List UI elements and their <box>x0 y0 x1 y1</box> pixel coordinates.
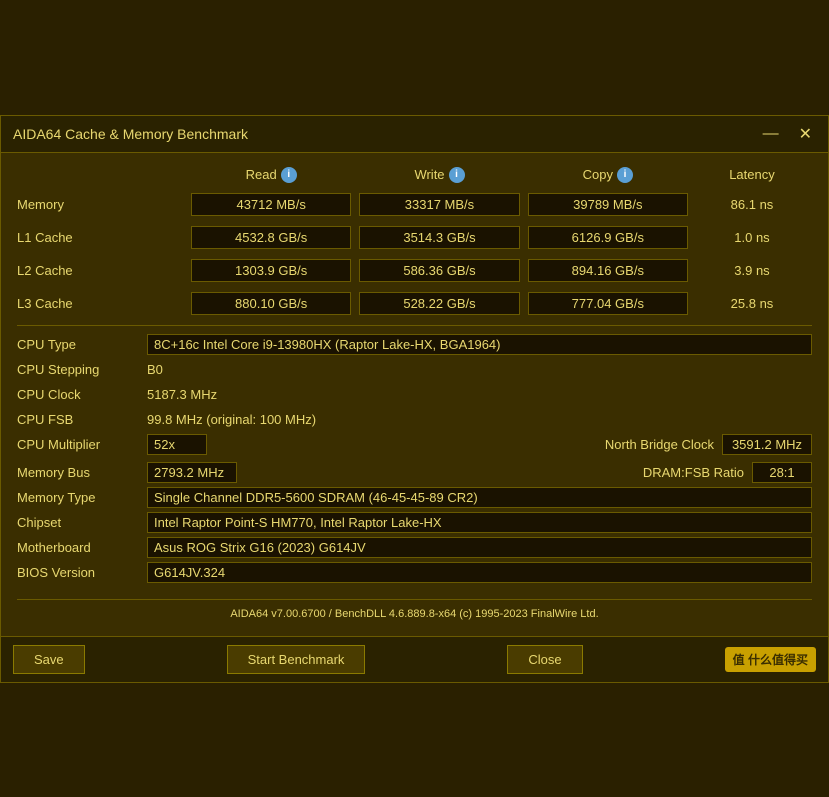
watermark-badge: 值 什么值得买 <box>725 647 816 672</box>
read-label: Read <box>246 167 277 182</box>
chipset-label: Chipset <box>17 515 147 530</box>
write-label: Write <box>414 167 444 182</box>
l3-copy: 777.04 GB/s <box>528 292 688 315</box>
cpu-multiplier-label: CPU Multiplier <box>17 437 147 452</box>
l2-copy: 894.16 GB/s <box>528 259 688 282</box>
cpu-fsb-row: CPU FSB 99.8 MHz (original: 100 MHz) <box>17 409 812 431</box>
dram-fsb-label: DRAM:FSB Ratio <box>643 465 744 480</box>
cpu-fsb-label: CPU FSB <box>17 412 147 427</box>
title-bar: AIDA64 Cache & Memory Benchmark — ✕ <box>1 116 828 153</box>
memory-bus-label: Memory Bus <box>17 465 147 480</box>
cpu-stepping-label: CPU Stepping <box>17 362 147 377</box>
l2-read: 1303.9 GB/s <box>191 259 351 282</box>
main-window: AIDA64 Cache & Memory Benchmark — ✕ Read… <box>0 115 829 683</box>
latency-label: Latency <box>729 167 775 182</box>
l1-write: 3514.3 GB/s <box>359 226 519 249</box>
memory-write: 33317 MB/s <box>359 193 519 216</box>
cpu-multiplier-row: CPU Multiplier 52x North Bridge Clock 35… <box>17 434 812 456</box>
cpu-multiplier-value: 52x <box>147 434 207 455</box>
latency-header: Latency <box>692 167 812 183</box>
write-info-icon[interactable]: i <box>449 167 465 183</box>
l2-label: L2 Cache <box>17 259 187 282</box>
motherboard-row: Motherboard Asus ROG Strix G16 (2023) G6… <box>17 537 812 559</box>
bios-label: BIOS Version <box>17 565 147 580</box>
cpu-stepping-value: B0 <box>147 362 812 377</box>
l1-label: L1 Cache <box>17 226 187 249</box>
start-benchmark-button[interactable]: Start Benchmark <box>227 645 366 674</box>
cpu-type-label: CPU Type <box>17 337 147 352</box>
dram-fsb-value: 28:1 <box>752 462 812 483</box>
l3-read: 880.10 GB/s <box>191 292 351 315</box>
minimize-button[interactable]: — <box>759 124 783 144</box>
bios-value: G614JV.324 <box>147 562 812 583</box>
cpu-fsb-value: 99.8 MHz (original: 100 MHz) <box>147 412 812 427</box>
l1-cache-row: L1 Cache 4532.8 GB/s 3514.3 GB/s 6126.9 … <box>17 224 812 251</box>
chipset-row: Chipset Intel Raptor Point-S HM770, Inte… <box>17 512 812 534</box>
cpu-clock-label: CPU Clock <box>17 387 147 402</box>
l1-read: 4532.8 GB/s <box>191 226 351 249</box>
footer-text: AIDA64 v7.00.6700 / BenchDLL 4.6.889.8-x… <box>17 599 812 626</box>
memory-type-label: Memory Type <box>17 490 147 505</box>
north-bridge-label: North Bridge Clock <box>605 437 714 452</box>
l2-latency: 3.9 ns <box>692 260 812 281</box>
motherboard-label: Motherboard <box>17 540 147 555</box>
l2-write: 586.36 GB/s <box>359 259 519 282</box>
l1-copy: 6126.9 GB/s <box>528 226 688 249</box>
copy-info-icon[interactable]: i <box>617 167 633 183</box>
cpu-stepping-row: CPU Stepping B0 <box>17 359 812 381</box>
separator-1 <box>17 325 812 326</box>
bios-row: BIOS Version G614JV.324 <box>17 562 812 584</box>
main-content: Read i Write i Copy i Latency Memory 437… <box>1 153 828 636</box>
l2-cache-row: L2 Cache 1303.9 GB/s 586.36 GB/s 894.16 … <box>17 257 812 284</box>
memory-bus-row: Memory Bus 2793.2 MHz DRAM:FSB Ratio 28:… <box>17 462 812 484</box>
cpu-clock-value: 5187.3 MHz <box>147 387 812 402</box>
cpu-type-value: 8C+16c Intel Core i9-13980HX (Raptor Lak… <box>147 334 812 355</box>
window-title: AIDA64 Cache & Memory Benchmark <box>13 126 248 142</box>
l3-latency: 25.8 ns <box>692 293 812 314</box>
chipset-value: Intel Raptor Point-S HM770, Intel Raptor… <box>147 512 812 533</box>
column-headers: Read i Write i Copy i Latency <box>17 163 812 187</box>
memory-latency: 86.1 ns <box>692 194 812 215</box>
read-info-icon[interactable]: i <box>281 167 297 183</box>
save-button[interactable]: Save <box>13 645 85 674</box>
title-bar-controls: — ✕ <box>759 124 816 144</box>
l1-latency: 1.0 ns <box>692 227 812 248</box>
close-button[interactable]: ✕ <box>795 124 816 144</box>
cpu-clock-row: CPU Clock 5187.3 MHz <box>17 384 812 406</box>
motherboard-value: Asus ROG Strix G16 (2023) G614JV <box>147 537 812 558</box>
north-bridge-value: 3591.2 MHz <box>722 434 812 455</box>
memory-copy: 39789 MB/s <box>528 193 688 216</box>
memory-read: 43712 MB/s <box>191 193 351 216</box>
cpu-info-section: CPU Type 8C+16c Intel Core i9-13980HX (R… <box>17 334 812 591</box>
memory-label: Memory <box>17 193 187 216</box>
copy-header: Copy i <box>524 167 692 183</box>
close-button-bar[interactable]: Close <box>507 645 582 674</box>
memory-bus-value: 2793.2 MHz <box>147 462 237 483</box>
l3-label: L3 Cache <box>17 292 187 315</box>
button-bar: Save Start Benchmark Close 值 什么值得买 <box>1 636 828 682</box>
l3-write: 528.22 GB/s <box>359 292 519 315</box>
copy-label: Copy <box>583 167 613 182</box>
write-header: Write i <box>355 167 523 183</box>
memory-type-value: Single Channel DDR5-5600 SDRAM (46-45-45… <box>147 487 812 508</box>
l3-cache-row: L3 Cache 880.10 GB/s 528.22 GB/s 777.04 … <box>17 290 812 317</box>
read-header: Read i <box>187 167 355 183</box>
memory-type-row: Memory Type Single Channel DDR5-5600 SDR… <box>17 487 812 509</box>
memory-row: Memory 43712 MB/s 33317 MB/s 39789 MB/s … <box>17 191 812 218</box>
cpu-type-row: CPU Type 8C+16c Intel Core i9-13980HX (R… <box>17 334 812 356</box>
